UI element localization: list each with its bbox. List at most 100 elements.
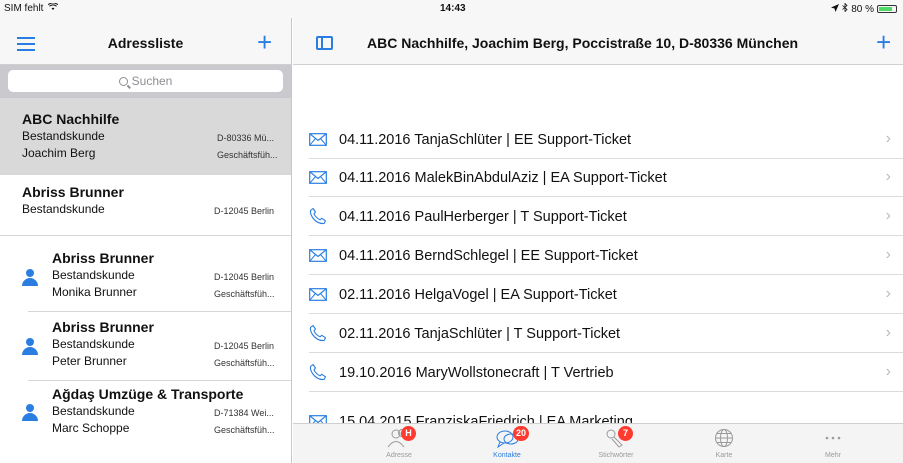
mail-icon [309,288,327,306]
right-title: ABC Nachhilfe, Joachim Berg, Poccistraße… [367,35,799,51]
right-navbar: ABC Nachhilfe, Joachim Berg, Poccistraße… [293,18,903,65]
contact-row-text: 19.10.2016 MaryWollstonecraft | T Vertri… [339,365,614,381]
tab-karte[interactable]: Karte [674,424,774,463]
location-icon [831,3,840,15]
clock: 14:43 [440,3,466,14]
contact-row-text: 02.11.2016 TanjaSchlüter | T Support-Tic… [339,326,621,342]
entry-line2-right: Geschäftsfüh... [214,289,275,299]
entry-line1: Bestandskunde [22,129,105,143]
tab-kontakte[interactable]: 20 Kontakte [457,424,557,463]
mail-icon [309,415,327,423]
wifi-icon [48,2,59,14]
entry-line1: Bestandskunde [52,337,135,351]
entry-line1-right: D-12045 Berlin [214,206,275,216]
contact-row[interactable]: 04.11.2016 PaulHerberger | T Support-Tic… [293,198,903,236]
chevron-right-icon: › [885,130,891,147]
globe-icon [712,428,736,448]
entry-line1-right: D-80336 Mü... [217,133,275,143]
tab-stichwoerter[interactable]: 7 Stichwörter [566,424,666,463]
row-separator [309,313,903,314]
left-navbar: Adressliste + [0,18,291,65]
tab-label: Stichwörter [598,452,634,459]
mail-icon [309,133,327,151]
entry-name: ABC Nachhilfe [22,111,120,127]
search-icon [118,77,128,86]
chevron-right-icon: › [885,285,891,302]
contact-row[interactable]: 04.11.2016 TanjaSchlüter | EE Support-Ti… [293,121,903,159]
entry-name: Ağdaş Umzüge & Transporte [52,386,244,402]
person-icon [22,338,38,356]
entry-line2: Marc Schoppe [52,421,130,435]
contact-row[interactable]: 02.11.2016 TanjaSchlüter | T Support-Tic… [293,315,903,353]
entry-name: Abriss Brunner [52,319,154,335]
entry-line2: Monika Brunner [52,285,137,299]
status-right: 80 % [831,2,897,15]
chevron-right-icon: › [885,168,891,185]
entry-line1-right: D-12045 Berlin [214,272,275,282]
battery-icon [877,5,897,13]
entry-line1-right: D-71384 Wei... [214,408,274,418]
chevron-right-icon: › [885,363,891,380]
mail-icon [309,249,327,267]
list-item[interactable]: Abriss Brunner Bestandskunde D-12045 Ber… [22,312,291,381]
contact-row[interactable]: 04.11.2016 MalekBinAbdulAziz | EA Suppor… [293,159,903,197]
row-separator [309,235,903,236]
person-icon [22,404,38,422]
row-separator [309,352,903,353]
entry-name: Abriss Brunner [52,250,154,266]
tab-adresse[interactable]: H Adresse [349,424,449,463]
battery-fill [879,7,892,11]
entry-line1: Bestandskunde [52,404,135,418]
chevron-right-icon: › [885,324,891,341]
contact-row[interactable]: 15.04.2015 FranziskaFriedrich | EA Marke… [293,393,903,423]
entry-line1: Bestandskunde [22,202,105,216]
list-item[interactable]: Ağdaş Umzüge & Transporte Bestandskunde … [22,381,291,451]
chevron-right-icon: › [885,207,891,224]
add-contact-button[interactable]: + [876,29,891,55]
contact-row[interactable]: 19.10.2016 MaryWollstonecraft | T Vertri… [293,354,903,392]
tab-label: Adresse [386,452,412,459]
list-item[interactable]: Abriss Brunner Bestandskunde D-12045 Ber… [0,175,291,236]
contact-row-text: 04.11.2016 TanjaSchlüter | EE Support-Ti… [339,132,632,148]
tab-label: Mehr [825,452,841,459]
tab-mehr[interactable]: Mehr [783,424,883,463]
phone-icon [309,363,327,386]
phone-icon [309,207,327,230]
contact-row[interactable]: 04.11.2016 BerndSchlegel | EE Support-Ti… [293,237,903,275]
sidebar-toggle-icon[interactable] [316,36,333,50]
tab-badge: 20 [513,426,530,441]
contact-row-text: 04.11.2016 BerndSchlegel | EE Support-Ti… [339,248,638,264]
address-list-pane: Adressliste + Suchen ABC Nachhilfe Besta… [0,18,292,463]
entry-line2-right: Geschäftsfüh... [214,358,275,368]
add-address-button[interactable]: + [257,29,272,55]
row-separator [309,391,903,392]
contact-row-text: 15.04.2015 FranziskaFriedrich | EA Marke… [339,414,633,423]
entry-line2-right: Geschäftsfüh... [214,425,275,435]
carrier-text: SIM fehlt [4,3,44,14]
status-bar: SIM fehlt 14:43 80 % [0,0,903,18]
list-item[interactable]: Abriss Brunner Bestandskunde D-12045 Ber… [22,236,291,312]
mail-icon [309,171,327,189]
row-separator [309,196,903,197]
tab-badge: H [401,426,416,441]
contact-row-text: 02.11.2016 HelgaVogel | EA Support-Ticke… [339,287,617,303]
contact-row-text: 04.11.2016 PaulHerberger | T Support-Tic… [339,209,627,225]
entry-line1: Bestandskunde [52,268,135,282]
person-icon [22,269,38,287]
search-input[interactable]: Suchen [8,70,283,92]
entry-line2: Joachim Berg [22,146,96,160]
search-bar: Suchen [0,65,291,98]
list-item[interactable]: ABC Nachhilfe Bestandskunde D-80336 Mü..… [0,98,291,175]
left-title: Adressliste [107,35,184,51]
contact-row[interactable]: 02.11.2016 HelgaVogel | EA Support-Ticke… [293,276,903,314]
entry-line2-right: Geschäftsfüh... [217,150,278,160]
phone-icon [309,324,327,347]
row-separator [309,274,903,275]
tab-badge: 7 [618,426,633,441]
entry-line1-right: D-12045 Berlin [214,341,275,351]
bluetooth-icon [842,2,848,15]
battery-percent: 80 % [851,3,874,15]
more-icon [821,428,845,448]
search-placeholder: Suchen [131,74,173,88]
tab-label: Karte [715,452,733,459]
